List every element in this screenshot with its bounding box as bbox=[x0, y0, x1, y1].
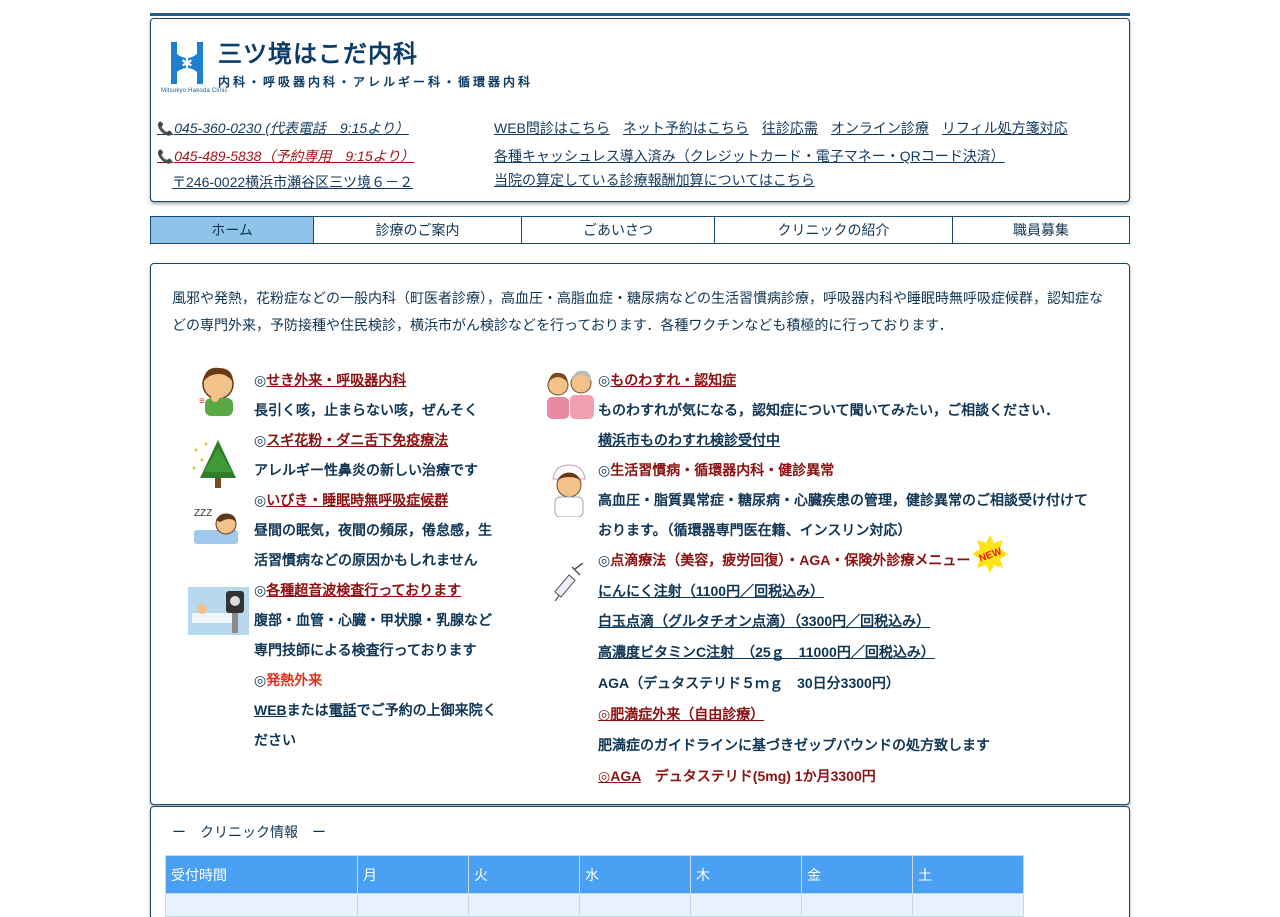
obesity-description: 肥満症のガイドラインに基づきゼップバウンドの処方致します bbox=[598, 737, 990, 753]
office-hours-table: 受付時間 月 火 水 木 金 土 bbox=[165, 855, 1024, 917]
vitamin-c-link[interactable]: 高濃度ビタミンC注射 （25ｇ 11000円／回税込み） bbox=[598, 644, 935, 660]
elderly-couple-icon bbox=[547, 370, 594, 419]
intro-text: 風邪や発熱，花粉症などの一般内科（町医者診療），高血圧・高脂血症・糖尿病などの生… bbox=[172, 290, 1103, 333]
table-header-cell: 木 bbox=[690, 855, 802, 894]
glutathione-drip-link[interactable]: 白玉点滴（グルタチオン点滴）（3300円／回税込み） bbox=[598, 613, 930, 629]
nurse-icon bbox=[552, 464, 586, 517]
table-header-cell: 火 bbox=[468, 855, 580, 894]
coughing-person-icon: ≡ bbox=[199, 367, 234, 416]
phone-icon: 📞 bbox=[157, 149, 174, 164]
online-consult-link[interactable]: オンライン診療 bbox=[831, 120, 929, 136]
pollen-description: アレルギー性鼻炎の新しい治療です bbox=[254, 462, 478, 478]
fever-text-mid: または bbox=[286, 702, 329, 718]
sleep-apnea-link[interactable]: いびき・睡眠時無呼吸症候群 bbox=[266, 492, 448, 508]
table-cell bbox=[912, 893, 1024, 917]
memory-checkup-link[interactable]: 横浜市ものわすれ検診受付中 bbox=[598, 432, 780, 448]
left-column: ◎せき外来・呼吸器内科 長引く咳，止まらない咳，ぜんそく ◎スギ花粉・ダニ舌下免… bbox=[254, 365, 522, 755]
sleep-description-1: 昼間の眠気，夜間の頻尿，倦怠感，生 bbox=[254, 522, 492, 538]
address-link[interactable]: 〒246-0022横浜市瀬谷区三ツ境６－２ bbox=[172, 172, 413, 192]
cough-description: 長引く咳，止まらない咳，ぜんそく bbox=[254, 402, 478, 418]
garlic-injection-link[interactable]: にんにく注射（1100円／回税込み） bbox=[598, 583, 824, 599]
table-header-cell: 受付時間 bbox=[165, 855, 358, 894]
table-cell bbox=[468, 893, 580, 917]
phone-reserve-link[interactable]: 📞045-489-5838（予約専用 9:15より） bbox=[157, 146, 414, 166]
table-cell bbox=[801, 893, 913, 917]
web-questionnaire-link[interactable]: WEB問診はこちら bbox=[494, 120, 610, 136]
table-header-cell: 金 bbox=[801, 855, 913, 894]
tab-clinic-intro[interactable]: クリニックの紹介 bbox=[715, 217, 953, 243]
lifestyle-description-1: 高血圧・脂質異常症・糖尿病・心臓疾患の管理，健診異常のご相談受け付けて bbox=[598, 492, 1088, 508]
table-row bbox=[165, 893, 1024, 917]
fever-phone-link[interactable]: 電話 bbox=[329, 702, 357, 718]
aga-note: AGA（デュタステリド５ｍｇ 30日分3300円） bbox=[598, 675, 900, 691]
clinic-logo-icon: ✱ bbox=[169, 42, 205, 84]
cashless-link[interactable]: 各種キャッシュレス導入済み（クレジットカード・電子マネー・QRコード決済） bbox=[494, 146, 1005, 166]
tab-recruit[interactable]: 職員募集 bbox=[953, 217, 1129, 243]
bullet-mark: ◎ bbox=[254, 432, 267, 448]
bullet-mark: ◎ bbox=[598, 462, 611, 478]
tab-greeting[interactable]: ごあいさつ bbox=[522, 217, 715, 243]
header-links: WEB問診はこちら ネット予約はこちら 往診応需 オンライン診療 リフィル処方箋対応 bbox=[494, 118, 1081, 138]
bullet-mark: ◎ bbox=[598, 372, 611, 388]
bullet-mark: ◎ bbox=[598, 552, 611, 568]
aga-link[interactable]: ◎AGA bbox=[598, 768, 641, 784]
pollen-therapy-link[interactable]: スギ花粉・ダニ舌下免疫療法 bbox=[266, 432, 448, 448]
ultrasound-link[interactable]: 各種超音波検査行っております bbox=[266, 582, 461, 598]
ultrasound-exam-icon bbox=[188, 587, 249, 635]
tab-home[interactable]: ホーム bbox=[151, 217, 314, 243]
bullet-mark: ◎ bbox=[254, 372, 267, 388]
table-header-cell: 水 bbox=[579, 855, 691, 894]
ultrasound-description-2: 専門技師による検査行っております bbox=[254, 642, 477, 658]
svg-text:✱: ✱ bbox=[181, 56, 193, 72]
top-rule bbox=[150, 13, 1130, 16]
phone-main-text: 045-360-0230 (代表電話 9:15より） bbox=[174, 120, 409, 136]
new-badge-icon: NEW bbox=[972, 535, 1009, 574]
bullet-mark: ◎ bbox=[254, 492, 267, 508]
memory-description: ものわすれが気になる，認知症について聞いてみたい，ご相談ください． bbox=[598, 402, 1060, 418]
snoring-person-icon: ZZZ bbox=[194, 508, 238, 544]
home-visit-link[interactable]: 往診応需 bbox=[762, 120, 818, 136]
cedar-tree-icon bbox=[192, 440, 236, 488]
svg-text:ZZZ: ZZZ bbox=[194, 508, 212, 519]
drip-therapy-label: 点滴療法（美容，疲労回復）・AGA・保険外診療メニュー bbox=[610, 552, 971, 568]
table-cell bbox=[690, 893, 802, 917]
table-cell bbox=[165, 893, 358, 917]
fever-web-link[interactable]: WEB bbox=[254, 702, 287, 718]
lifestyle-description-2: おります。（循環器専門医在籍、インスリン対応） bbox=[598, 522, 912, 538]
sleep-description-2: 活習慣病などの原因かもしれません bbox=[254, 552, 478, 568]
fever-text-end: ださい bbox=[254, 732, 296, 748]
bullet-mark: ◎ bbox=[254, 672, 267, 688]
table-cell bbox=[357, 893, 469, 917]
svg-text:≡: ≡ bbox=[199, 396, 205, 407]
ultrasound-description-1: 腹部・血管・心臓・甲状腺・乳腺など bbox=[254, 612, 492, 628]
aga-description: デュタステリド(5mg) 1か月3300円 bbox=[640, 768, 876, 784]
table-cell bbox=[579, 893, 691, 917]
refill-prescription-link[interactable]: リフィル処方箋対応 bbox=[942, 120, 1068, 136]
table-header-cell: 土 bbox=[912, 855, 1024, 894]
clinic-subtitle: 内科・呼吸器内科・アレルギー科・循環器内科 bbox=[218, 75, 534, 89]
fee-info-link[interactable]: 当院の算定している診療報酬加算についてはこちら bbox=[494, 170, 815, 190]
fever-clinic-label: 発熱外来 bbox=[266, 672, 323, 688]
memory-clinic-link[interactable]: ものわすれ・認知症 bbox=[610, 372, 736, 388]
clinic-name[interactable]: 三ツ境はこだ内科 bbox=[218, 34, 418, 69]
phone-icon: 📞 bbox=[157, 121, 174, 136]
tab-services[interactable]: 診療のご案内 bbox=[314, 217, 522, 243]
syringe-icon bbox=[554, 563, 584, 602]
obesity-clinic-link[interactable]: ◎肥満症外来（自由診療） bbox=[598, 706, 764, 722]
table-header-row: 受付時間 月 火 水 木 金 土 bbox=[165, 855, 1024, 894]
phone-main-link[interactable]: 📞045-360-0230 (代表電話 9:15より） bbox=[157, 118, 409, 138]
net-reservation-link[interactable]: ネット予約はこちら bbox=[623, 120, 749, 136]
cough-clinic-link[interactable]: せき外来・呼吸器内科 bbox=[266, 372, 406, 388]
right-column: ◎ものわすれ・認知症 ものわすれが気になる，認知症について聞いてみたい，ご相談く… bbox=[598, 365, 1128, 791]
clinic-info-title: ー クリニック情報 ー bbox=[172, 824, 326, 840]
lifestyle-label: 生活習慣病・循環器内科・健診異常 bbox=[610, 462, 835, 478]
table-header-cell: 月 bbox=[357, 855, 469, 894]
phone-reserve-text: 045-489-5838（予約専用 9:15より） bbox=[174, 148, 415, 164]
fever-text-rest: でご予約の上御来院く bbox=[356, 702, 497, 718]
main-nav: ホーム 診療のご案内 ごあいさつ クリニックの紹介 職員募集 bbox=[150, 216, 1130, 244]
bullet-mark: ◎ bbox=[254, 582, 267, 598]
